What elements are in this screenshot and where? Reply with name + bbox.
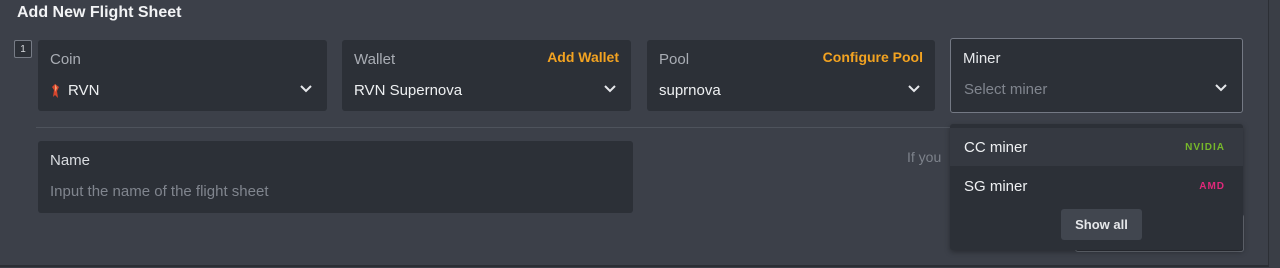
chevron-down-icon [604,85,616,93]
configure-pool-link[interactable]: Configure Pool [823,49,923,65]
chevron-down-icon [1215,84,1227,92]
name-placeholder: Input the name of the flight sheet [50,183,269,200]
row-number-badge: 1 [14,40,32,58]
option-name: SG miner [964,177,1028,195]
divider [36,127,950,128]
name-field[interactable]: Name Input the name of the flight sheet [38,141,633,213]
coin-value: RVN [68,82,100,99]
chevron-down-icon [908,85,920,93]
show-all-button[interactable]: Show all [1061,209,1142,240]
pool-label: Pool [659,51,690,68]
chevron-down-icon [300,85,312,93]
hint-text: If you [907,149,942,165]
flight-sheet-panel: Add New Flight Sheet 1 Coin RVN Wallet A… [0,0,1269,267]
wallet-label: Wallet [354,51,396,68]
miner-select[interactable]: Miner Select miner [950,38,1243,113]
nvidia-tag: NVIDIA [1185,141,1225,153]
coin-select[interactable]: Coin RVN [38,40,327,111]
amd-tag: AMD [1199,180,1225,192]
miner-label: Miner [963,50,1001,67]
miner-option-sgminer[interactable]: SG miner AMD [950,167,1243,205]
add-wallet-link[interactable]: Add Wallet [547,49,619,65]
name-label: Name [50,152,91,169]
ravencoin-icon [52,83,59,98]
coin-label: Coin [50,51,81,68]
wallet-select[interactable]: Wallet Add Wallet RVN Supernova [342,40,631,111]
pool-value: suprnova [659,82,721,99]
miner-dropdown: CC miner NVIDIA SG miner AMD Show all [950,124,1243,250]
option-name: CC miner [964,138,1028,156]
miner-placeholder: Select miner [964,81,1048,98]
pool-select[interactable]: Pool Configure Pool suprnova [647,40,935,111]
miner-option-ccminer[interactable]: CC miner NVIDIA [950,128,1243,166]
wallet-value: RVN Supernova [354,82,463,99]
page-title: Add New Flight Sheet [17,4,182,21]
